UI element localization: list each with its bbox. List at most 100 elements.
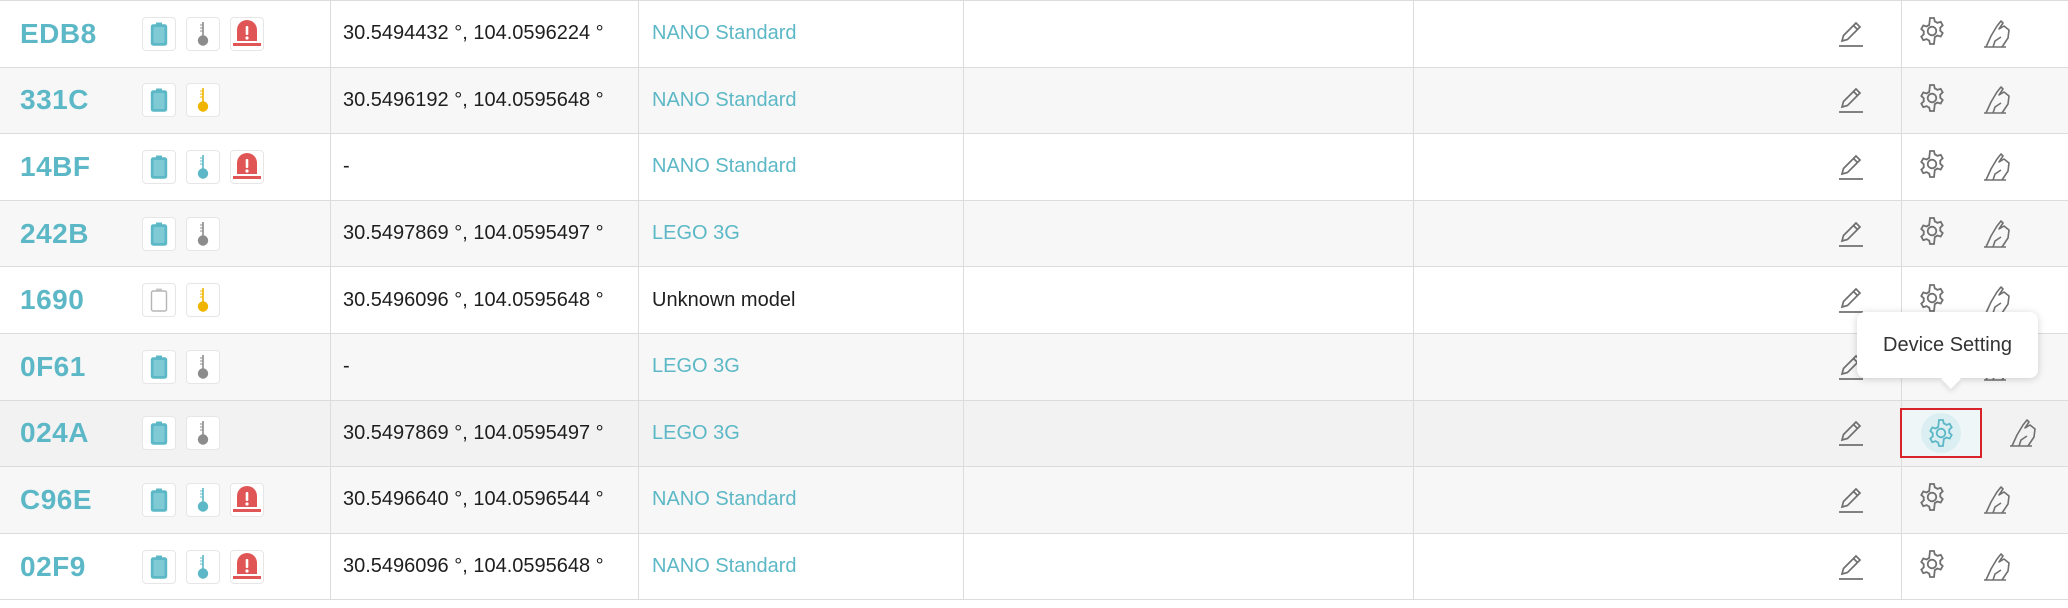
thermometer-icon <box>186 216 220 251</box>
gear-icon <box>1916 15 1948 52</box>
thermometer-icon <box>186 549 220 584</box>
device-setting-button[interactable] <box>1912 14 1952 54</box>
device-model[interactable]: NANO Standard <box>639 134 964 200</box>
device-setting-button[interactable] <box>1912 147 1952 187</box>
device-id[interactable]: 024A <box>0 401 126 467</box>
thermometer-icon <box>186 83 220 118</box>
pencil-icon[interactable] <box>1831 80 1871 120</box>
action-cell <box>1902 467 2068 533</box>
pencil-icon[interactable] <box>1831 214 1871 254</box>
empty-column <box>964 333 1414 400</box>
action-cell <box>1900 401 2068 467</box>
battery-icon <box>142 482 176 517</box>
device-id[interactable]: 242B <box>0 201 126 267</box>
empty-column <box>964 533 1414 600</box>
device-model: Unknown model <box>639 267 964 333</box>
device-model[interactable]: LEGO 3G <box>639 333 964 400</box>
battery-icon <box>142 283 176 318</box>
thermometer-icon <box>186 416 220 451</box>
battery-icon <box>142 149 176 184</box>
empty-column <box>964 267 1414 333</box>
edit-cell <box>1414 400 1902 467</box>
device-model[interactable]: NANO Standard <box>639 1 964 67</box>
status-icons <box>126 1 331 67</box>
hand-pen-icon[interactable] <box>1978 214 2018 254</box>
pencil-icon[interactable] <box>1831 413 1871 453</box>
hand-pen-icon[interactable] <box>2004 413 2044 453</box>
hand-pen-icon[interactable] <box>1978 547 2018 587</box>
device-id[interactable]: 331C <box>0 68 126 134</box>
battery-icon <box>142 83 176 118</box>
hand-pen-icon[interactable] <box>1978 80 2018 120</box>
device-setting-button[interactable] <box>1912 547 1952 587</box>
siren-alert-icon <box>230 16 264 51</box>
empty-column <box>964 200 1414 267</box>
device-model[interactable]: LEGO 3G <box>639 200 964 267</box>
table-row: 024A 30.5497869 °, 104.0595497 ° LEGO 3G <box>0 400 2068 468</box>
coordinates: 30.5497869 °, 104.0595497 ° <box>331 400 639 467</box>
empty-column <box>964 134 1414 200</box>
device-model[interactable]: NANO Standard <box>639 67 964 134</box>
action-cell <box>1902 134 2068 200</box>
hand-pen-icon[interactable] <box>1978 14 2018 54</box>
device-setting-button[interactable] <box>1912 480 1952 520</box>
pencil-icon[interactable] <box>1831 547 1871 587</box>
thermometer-icon <box>186 283 220 318</box>
device-setting-button[interactable] <box>1912 80 1952 120</box>
empty-column <box>964 67 1414 134</box>
status-icons <box>126 333 331 400</box>
siren-alert-icon <box>230 482 264 517</box>
pencil-icon[interactable] <box>1831 147 1871 187</box>
action-cell <box>1902 1 2068 67</box>
device-setting-button[interactable] <box>1900 408 1982 459</box>
coordinates: 30.5496640 °, 104.0596544 ° <box>331 467 639 533</box>
table-row: 14BF - NANO Standard <box>0 134 2068 201</box>
status-icons <box>126 67 331 134</box>
coordinates: 30.5496096 °, 104.0595648 ° <box>331 267 639 333</box>
device-id[interactable]: 02F9 <box>0 534 126 600</box>
device-model[interactable]: NANO Standard <box>639 533 964 600</box>
battery-icon <box>142 549 176 584</box>
siren-alert-icon <box>230 149 264 184</box>
gear-icon <box>1916 548 1948 585</box>
edit-cell <box>1414 533 1902 600</box>
pencil-icon[interactable] <box>1831 480 1871 520</box>
table-row: 242B 30.5497869 °, 104.0595497 ° LEGO 3G <box>0 200 2068 268</box>
device-id[interactable]: EDB8 <box>0 1 126 67</box>
pencil-icon[interactable] <box>1831 14 1871 54</box>
gear-icon <box>1921 413 1961 454</box>
coordinates: 30.5496192 °, 104.0595648 ° <box>331 67 639 134</box>
edit-cell <box>1414 267 1902 333</box>
thermometer-icon <box>186 482 220 517</box>
device-table: EDB8 30.5494432 °, 104.0596224 ° NANO St… <box>0 0 2068 601</box>
table-row: 0F61 - LEGO 3G <box>0 333 2068 401</box>
device-model[interactable]: NANO Standard <box>639 467 964 533</box>
edit-cell <box>1414 134 1902 200</box>
status-icons <box>126 467 331 533</box>
edit-cell <box>1414 200 1902 267</box>
device-id[interactable]: C96E <box>0 467 126 533</box>
coordinates: - <box>331 333 639 400</box>
coordinates: 30.5497869 °, 104.0595497 ° <box>331 200 639 267</box>
action-cell <box>1902 68 2068 134</box>
table-row: 331C 30.5496192 °, 104.0595648 ° NANO St… <box>0 67 2068 135</box>
thermometer-icon <box>186 349 220 384</box>
device-setting-tooltip: Device Setting <box>1857 312 2038 378</box>
tooltip-text: Device Setting <box>1883 333 2012 356</box>
hand-pen-icon[interactable] <box>1978 147 2018 187</box>
device-model[interactable]: LEGO 3G <box>639 400 964 467</box>
gear-icon <box>1916 215 1948 252</box>
device-id[interactable]: 1690 <box>0 267 126 333</box>
empty-column <box>964 467 1414 533</box>
device-id[interactable]: 0F61 <box>0 334 126 400</box>
hand-pen-icon[interactable] <box>1978 480 2018 520</box>
battery-icon <box>142 416 176 451</box>
empty-column <box>964 400 1414 467</box>
battery-icon <box>142 16 176 51</box>
status-icons <box>126 400 331 467</box>
table-row: EDB8 30.5494432 °, 104.0596224 ° NANO St… <box>0 1 2068 68</box>
device-id[interactable]: 14BF <box>0 134 126 200</box>
empty-column <box>964 1 1414 67</box>
device-setting-button[interactable] <box>1912 214 1952 254</box>
edit-cell <box>1414 67 1902 134</box>
